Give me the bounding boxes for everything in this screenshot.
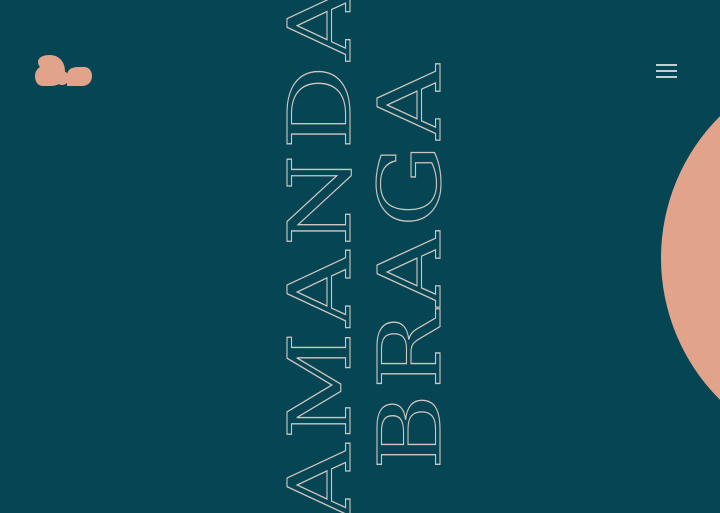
menu-button[interactable] xyxy=(652,60,680,84)
hero-first-name: AMANDA xyxy=(271,0,371,513)
hero-name: AMANDA BRAGA xyxy=(0,0,720,513)
page: AMANDA BRAGA xyxy=(0,0,720,513)
hero-last-name: BRAGA xyxy=(361,60,461,470)
hamburger-menu-icon xyxy=(656,64,677,78)
logo-icon xyxy=(35,55,92,86)
ab-monogram-logo[interactable] xyxy=(34,54,94,88)
decorative-circle xyxy=(661,58,720,458)
